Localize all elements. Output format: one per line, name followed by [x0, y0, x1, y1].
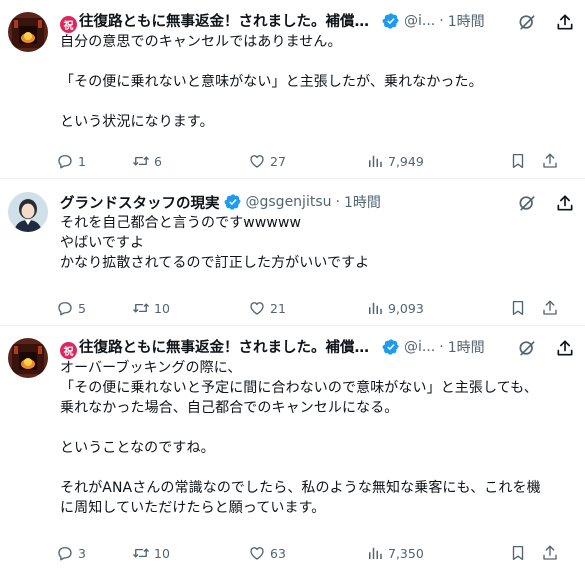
share-button[interactable] [541, 299, 563, 317]
grok-icon[interactable] [517, 338, 537, 358]
grok-icon[interactable] [517, 193, 537, 213]
separator-dot: · [439, 339, 444, 355]
handle[interactable]: @gsgenjitsu [246, 194, 332, 210]
handle[interactable]: @i... [404, 13, 435, 29]
bookmark-icon [512, 153, 524, 169]
separator-dot: · [439, 13, 444, 29]
timestamp[interactable]: 1時間 [448, 11, 485, 31]
retweet-count: 6 [154, 153, 162, 169]
display-name[interactable]: 祝往復路ともに無事返金！されました。補償マイ... [60, 336, 378, 359]
reply-button[interactable]: 5 [56, 299, 132, 317]
celebration-badge: 祝 [60, 341, 77, 359]
display-name-text: 往復路ともに無事返金！されました。補償マイ... [79, 339, 378, 356]
bookmark-button[interactable] [509, 299, 531, 317]
retweet-button[interactable]: 10 [132, 544, 248, 562]
views-button[interactable]: 9,093 [366, 299, 486, 317]
grok-icon[interactable] [517, 12, 537, 32]
view-count: 7,949 [388, 153, 424, 169]
reply-button[interactable]: 1 [56, 152, 132, 170]
more-icon[interactable] [555, 12, 575, 32]
like-icon [250, 547, 264, 560]
bookmark-icon [512, 300, 524, 316]
display-name[interactable]: 祝往復路ともに無事返金！されました。補償マイ... [60, 10, 378, 33]
timeline: 祝往復路ともに無事返金！されました。補償マイ... @i... · 1時間 自分… [0, 0, 585, 569]
reply-count: 1 [78, 153, 86, 169]
more-icon[interactable] [555, 338, 575, 358]
like-count: 21 [270, 300, 286, 316]
avatar[interactable] [8, 338, 48, 378]
retweet-count: 10 [154, 300, 170, 316]
like-button[interactable]: 27 [248, 152, 366, 170]
display-name-text: 往復路ともに無事返金！されました。補償マイ... [79, 13, 378, 30]
tweet-text: それを自己都合と言うのですwwwww やばいですよ かなり拡散されてるので訂正し… [60, 215, 370, 271]
like-button[interactable]: 21 [248, 299, 366, 317]
reply-icon [58, 547, 72, 561]
views-icon [369, 155, 382, 167]
reply-count: 5 [78, 300, 86, 316]
views-button[interactable]: 7,949 [366, 152, 486, 170]
tweet-text: 自分の意思でのキャンセルではありません。 「その便に乗れないと意味がない」と主張… [60, 34, 483, 130]
bookmark-button[interactable] [509, 152, 531, 170]
tweet-text: オーバーブッキングの際に、 「その便に乗れないと予定に間に合わないので意味がない… [60, 360, 541, 516]
like-count: 27 [270, 153, 286, 169]
share-button[interactable] [541, 152, 563, 170]
share-icon [543, 153, 557, 168]
bookmark-icon [512, 545, 524, 561]
timestamp[interactable]: 1時間 [448, 337, 485, 357]
retweet-button[interactable]: 6 [132, 152, 248, 170]
share-icon [543, 545, 557, 560]
handle[interactable]: @i... [404, 339, 435, 355]
verified-icon [224, 194, 241, 210]
reply-icon [58, 155, 72, 169]
retweet-icon [133, 156, 149, 166]
avatar[interactable] [8, 12, 48, 52]
separator-dot: · [335, 194, 340, 210]
tweet-header: 祝往復路ともに無事返金！されました。補償マイ... @i... · 1時間 [60, 10, 575, 33]
avatar[interactable] [8, 192, 48, 232]
like-icon [250, 302, 264, 315]
views-icon [369, 547, 382, 559]
tweet[interactable]: グランドスタッフの現実 @gsgenjitsu · 1時間 それを自己都合と言う… [0, 179, 585, 326]
view-count: 7,350 [388, 545, 424, 561]
share-icon [543, 300, 557, 315]
verified-icon [382, 13, 399, 29]
verified-icon [382, 339, 399, 355]
like-icon [250, 155, 264, 168]
bookmark-button[interactable] [509, 544, 531, 562]
view-count: 9,093 [388, 300, 424, 316]
more-icon[interactable] [555, 193, 575, 213]
tweet[interactable]: 祝往復路ともに無事返金！されました。補償マイ... @i... · 1時間 オー… [0, 326, 585, 569]
reply-count: 3 [78, 545, 86, 561]
retweet-icon [133, 303, 149, 313]
reply-icon [58, 302, 72, 316]
views-button[interactable]: 7,350 [366, 544, 486, 562]
tweet-header: グランドスタッフの現実 @gsgenjitsu · 1時間 [60, 191, 575, 213]
tweet-actions: 5 10 21 9,093 [56, 297, 575, 319]
display-name[interactable]: グランドスタッフの現実 [60, 192, 220, 213]
retweet-icon [133, 548, 149, 558]
like-button[interactable]: 63 [248, 544, 366, 562]
share-button[interactable] [541, 544, 563, 562]
timestamp[interactable]: 1時間 [344, 192, 381, 212]
tweet-actions: 3 10 63 7,350 [56, 542, 575, 564]
celebration-badge: 祝 [60, 15, 77, 33]
tweet[interactable]: 祝往復路ともに無事返金！されました。補償マイ... @i... · 1時間 自分… [0, 0, 585, 179]
tweet-header: 祝往復路ともに無事返金！されました。補償マイ... @i... · 1時間 [60, 336, 575, 359]
retweet-count: 10 [154, 545, 170, 561]
reply-button[interactable]: 3 [56, 544, 132, 562]
views-icon [369, 302, 382, 314]
like-count: 63 [270, 545, 286, 561]
tweet-actions: 1 6 27 7,949 [56, 150, 575, 172]
retweet-button[interactable]: 10 [132, 299, 248, 317]
